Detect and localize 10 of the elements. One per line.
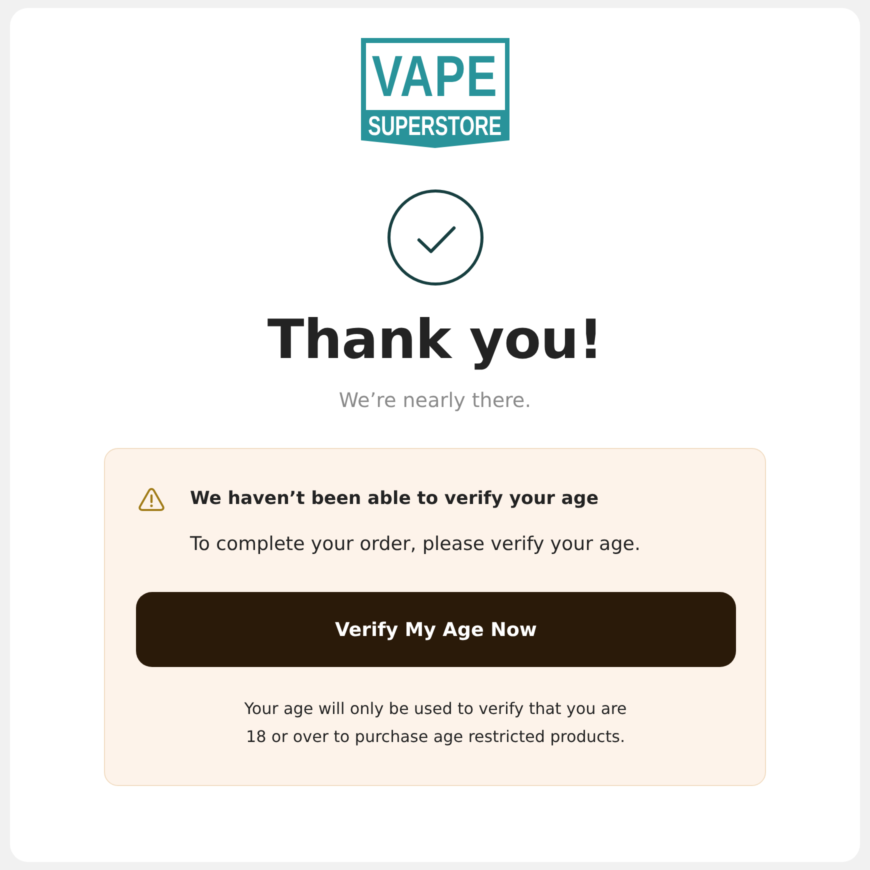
subtitle: We’re nearly there. (338, 387, 532, 413)
age-disclaimer: Your age will only be used to verify that you are 18 or over to purchase age restricted products. (243, 698, 628, 748)
notice-message: To complete your order, please verify your age. (190, 532, 642, 557)
verify-age-button[interactable]: Verify My Age Now (136, 592, 736, 667)
notice-heading: We haven’t been able to verify your age (190, 487, 599, 511)
check-circle-icon (386, 189, 484, 286)
warning-icon (138, 486, 165, 512)
logo-subtitle: SUPERSTORE (368, 113, 502, 140)
logo-wordmark: VAPE (372, 48, 498, 106)
thank-you-title: Thank you! (267, 308, 603, 372)
